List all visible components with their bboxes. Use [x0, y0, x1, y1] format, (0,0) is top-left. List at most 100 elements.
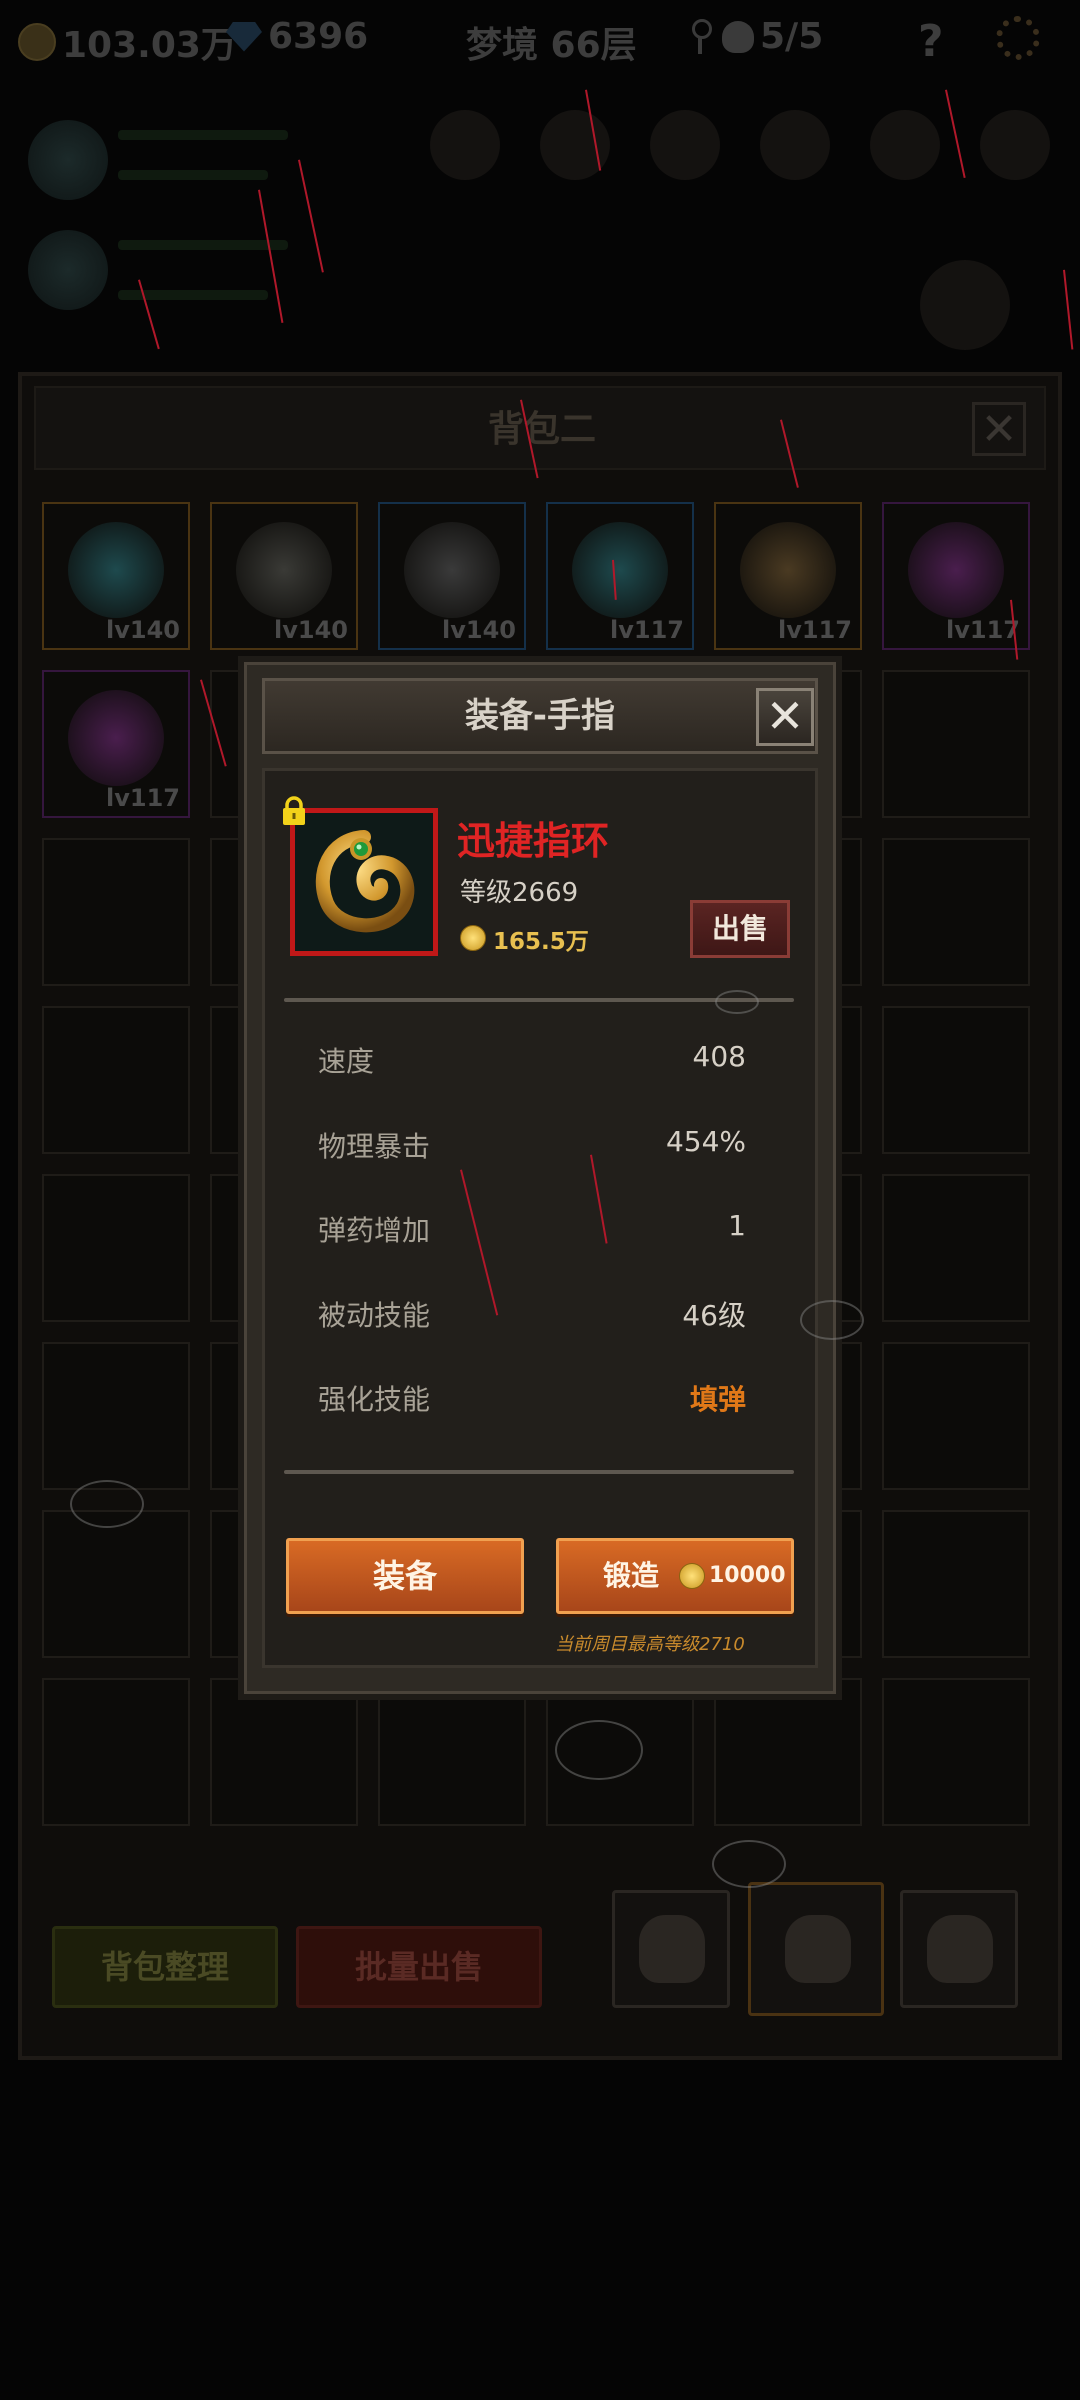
empty-bag-slot[interactable] [882, 1006, 1030, 1154]
hero-area [0, 90, 1080, 370]
empty-bag-slot[interactable] [42, 1342, 190, 1490]
divider [284, 1470, 794, 1474]
equip-button-label: 装备 [372, 1557, 437, 1595]
item-level-label: lv140 [442, 616, 516, 644]
stat-label: 被动技能 [318, 1298, 431, 1332]
item-level-label: lv117 [106, 784, 180, 812]
item-level-label: lv140 [106, 616, 180, 644]
stat-label: 物理暴击 [318, 1129, 431, 1163]
item-icon [68, 522, 164, 618]
empty-bag-slot[interactable] [882, 670, 1030, 818]
item-icon-frame[interactable] [290, 808, 438, 956]
game-screen: 103.03万 6396 梦境 66层 5/5 ? 背包二 ✕ lv140 lv… [0, 0, 1080, 2400]
skull-count: 5/5 [760, 16, 824, 57]
stat-value: 1 [728, 1209, 746, 1242]
sell-button[interactable]: 出售 [690, 900, 790, 958]
dialog-title: 装备-手指 [464, 696, 616, 736]
forge-cost: 10000 [709, 1563, 786, 1588]
wind-swirl [715, 990, 759, 1014]
sort-bag-button[interactable]: 背包整理 [52, 1926, 278, 2008]
equip-slot[interactable] [870, 110, 940, 180]
empty-bag-slot[interactable] [882, 1174, 1030, 1322]
key-icon [690, 18, 712, 55]
stage-label: 梦境 66层 [466, 25, 637, 66]
help-button[interactable]: ? [918, 16, 944, 67]
bag-item-slot[interactable]: lv117 [714, 502, 862, 650]
empty-bag-slot[interactable] [378, 1678, 526, 1826]
gem-amount: 6396 [268, 16, 369, 57]
equip-slot[interactable] [650, 110, 720, 180]
empty-bag-slot[interactable] [42, 1174, 190, 1322]
bag-tab-3[interactable] [900, 1890, 1018, 2008]
hero-avatar[interactable] [28, 120, 108, 200]
bag-item-slot[interactable]: lv117 [42, 670, 190, 818]
dialog-header: 装备-手指 [262, 678, 818, 754]
skull-icon [722, 20, 754, 53]
bag-title: 背包二 [487, 409, 596, 450]
empty-bag-slot[interactable] [42, 838, 190, 986]
empty-bag-slot[interactable] [42, 1510, 190, 1658]
top-hud: 103.03万 6396 梦境 66层 5/5 ? [0, 0, 1080, 80]
item-level-label: lv117 [778, 616, 852, 644]
companion-hp-bar [118, 240, 288, 250]
bag-item-slot[interactable]: lv140 [378, 502, 526, 650]
bag-tab-2[interactable] [748, 1882, 884, 2016]
wind-swirl [70, 1480, 144, 1528]
equip-slot[interactable] [430, 110, 500, 180]
item-icon [236, 522, 332, 618]
bag-close-button[interactable]: ✕ [972, 402, 1026, 456]
settings-button[interactable] [996, 16, 1040, 60]
gear-icon [996, 16, 1040, 60]
lock-icon[interactable] [280, 796, 308, 826]
empty-bag-slot[interactable] [42, 1678, 190, 1826]
empty-bag-slot[interactable] [882, 1342, 1030, 1490]
empty-bag-slot[interactable] [714, 1678, 862, 1826]
wind-swirl [800, 1300, 864, 1340]
gem-counter: 6396 [226, 16, 368, 57]
item-icon [572, 522, 668, 618]
item-icon [740, 522, 836, 618]
item-icon [404, 522, 500, 618]
bag-sack-icon [785, 1915, 851, 1983]
equip-button[interactable]: 装备 [286, 1538, 524, 1614]
skull-counter: 5/5 [690, 16, 823, 57]
bag-item-slot[interactable]: lv140 [210, 502, 358, 650]
companion-avatar[interactable] [28, 230, 108, 310]
stat-value: 填弹 [689, 1383, 746, 1416]
item-level-label: lv117 [946, 616, 1020, 644]
bag-item-slot[interactable]: lv117 [882, 502, 1030, 650]
stat-label: 强化技能 [318, 1383, 431, 1416]
stat-label: 弹药增加 [318, 1214, 431, 1247]
bag-sack-icon [639, 1915, 705, 1983]
forge-button[interactable]: 锻造 10000 [556, 1538, 794, 1614]
ring-icon [315, 830, 415, 933]
item-price: 165.5万 [493, 929, 589, 955]
wind-swirl [555, 1720, 643, 1780]
bulk-sell-button[interactable]: 批量出售 [296, 1926, 542, 2008]
gold-coin-icon [679, 1563, 705, 1589]
gold-coin-icon [18, 23, 56, 61]
item-icon [68, 690, 164, 786]
empty-bag-slot[interactable] [882, 1510, 1030, 1658]
equip-slot[interactable] [980, 110, 1050, 180]
empty-bag-slot[interactable] [210, 1678, 358, 1826]
bag-item-slot[interactable]: lv140 [42, 502, 190, 650]
stat-label: 速度 [318, 1045, 375, 1078]
bag-item-slot[interactable]: lv117 [546, 502, 694, 650]
gem-icon [226, 21, 262, 52]
dialog-close-button[interactable]: ✕ [756, 688, 814, 746]
bag-titlebar: 背包二 ✕ [34, 386, 1046, 470]
empty-bag-slot[interactable] [42, 1006, 190, 1154]
item-level: 等级2669 [460, 878, 579, 908]
max-level-note: 当前周目最高等级2710 [555, 1634, 745, 1655]
stat-value: 46级 [682, 1298, 746, 1332]
empty-bag-slot[interactable] [882, 1678, 1030, 1826]
empty-bag-slot[interactable] [882, 838, 1030, 986]
forge-button-label: 锻造 [603, 1559, 660, 1592]
equip-slot[interactable] [760, 110, 830, 180]
pet-slot[interactable] [920, 260, 1010, 350]
bag-tab-1[interactable] [612, 1890, 730, 2008]
hero-hp-bar [118, 130, 288, 140]
item-level-label: lv117 [610, 616, 684, 644]
bag-sack-icon [927, 1915, 993, 1983]
